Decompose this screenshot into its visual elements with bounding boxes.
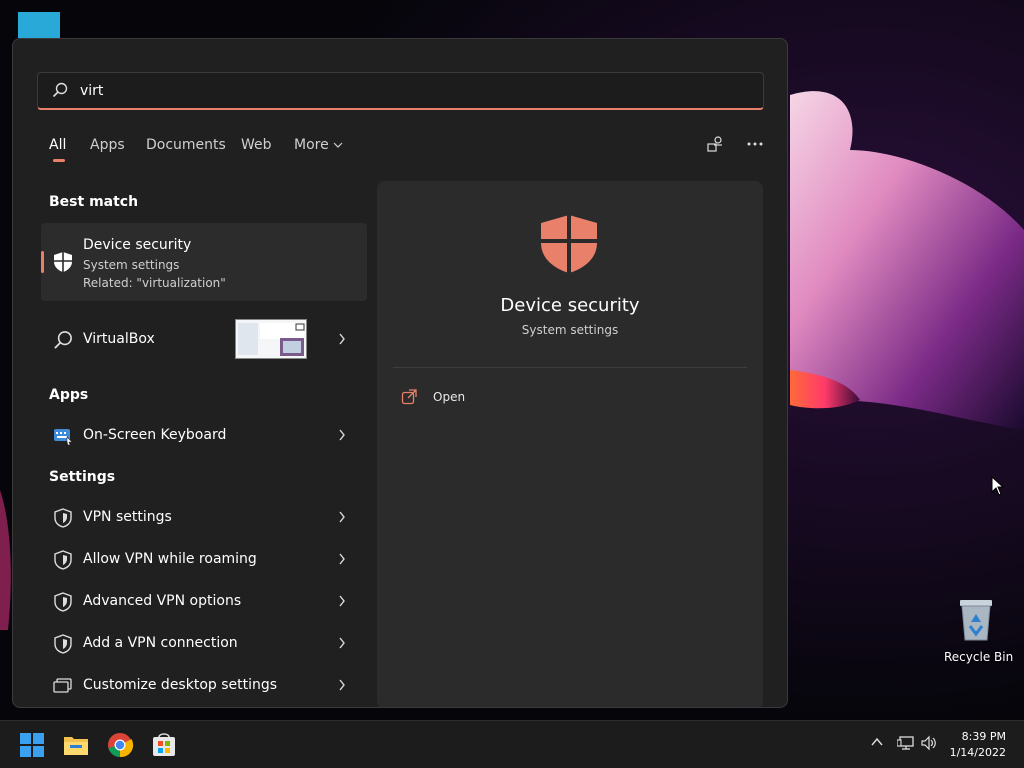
network-icon[interactable] xyxy=(897,735,915,751)
best-match-result[interactable]: Device security System settings Related:… xyxy=(41,223,367,301)
chevron-right-icon[interactable] xyxy=(337,331,347,347)
tab-all-label: All xyxy=(49,137,67,153)
setting-label: Allow VPN while roaming xyxy=(83,551,257,567)
best-match-subtitle: System settings xyxy=(83,258,180,272)
tab-more[interactable]: More xyxy=(294,137,343,153)
shield-outline-icon xyxy=(54,508,72,528)
setting-label: VPN settings xyxy=(83,509,172,525)
chevron-right-icon[interactable] xyxy=(337,509,347,525)
shield-icon xyxy=(541,215,597,273)
chrome-button[interactable] xyxy=(104,729,136,761)
shield-icon xyxy=(54,252,72,272)
chrome-icon xyxy=(108,733,134,758)
tab-more-label: More xyxy=(294,137,329,153)
search-icon xyxy=(52,82,68,98)
file-explorer-button[interactable] xyxy=(60,729,92,761)
shield-outline-icon xyxy=(54,550,72,570)
web-result-thumbnail xyxy=(235,319,307,359)
volume-icon[interactable] xyxy=(920,735,938,751)
setting-allow-vpn-roaming[interactable]: Allow VPN while roaming xyxy=(41,539,367,581)
preview-divider xyxy=(393,367,747,368)
apps-heading: Apps xyxy=(49,387,89,403)
web-result-label: VirtualBox xyxy=(83,331,155,347)
more-options-button[interactable] xyxy=(747,135,763,157)
ellipsis-icon xyxy=(747,142,763,146)
search-panel: All Apps Documents Web More Best match xyxy=(12,38,788,708)
file-explorer-icon xyxy=(64,737,88,755)
tab-documents[interactable]: Documents xyxy=(146,137,226,153)
setting-advanced-vpn-options[interactable]: Advanced VPN options xyxy=(41,581,367,623)
people-icon xyxy=(707,136,722,152)
shield-outline-icon xyxy=(54,634,72,654)
chevron-down-icon xyxy=(333,142,343,148)
start-icon xyxy=(20,733,44,757)
preview-subtitle: System settings xyxy=(521,323,619,337)
setting-add-vpn-connection[interactable]: Add a VPN connection xyxy=(41,623,367,665)
tab-active-indicator xyxy=(53,159,65,162)
store-button[interactable] xyxy=(148,729,180,761)
preview-pane: Device security System settings Open xyxy=(377,181,763,707)
setting-label: Customize desktop settings xyxy=(83,677,278,693)
switch-account-button[interactable] xyxy=(706,135,724,157)
tab-web[interactable]: Web xyxy=(241,137,272,153)
best-match-title: Device security xyxy=(83,237,192,253)
search-icon xyxy=(54,331,72,349)
tab-all[interactable]: All xyxy=(49,137,67,162)
open-external-icon xyxy=(401,389,417,405)
shield-outline-icon xyxy=(54,592,72,612)
setting-label: Advanced VPN options xyxy=(83,593,242,609)
best-match-related: Related: "virtualization" xyxy=(83,276,226,290)
web-result-virtualbox[interactable]: VirtualBox xyxy=(41,319,367,361)
recycle-bin-label: Recycle Bin xyxy=(944,650,1014,664)
chevron-right-icon[interactable] xyxy=(337,427,347,443)
tab-apps[interactable]: Apps xyxy=(90,137,125,153)
panel-tools xyxy=(688,135,763,157)
store-icon xyxy=(153,733,175,756)
chevron-right-icon[interactable] xyxy=(337,677,347,693)
clock[interactable]: 8:39 PM 1/14/2022 xyxy=(950,729,1006,761)
chevron-right-icon[interactable] xyxy=(337,635,347,651)
taskbar: 8:39 PM 1/14/2022 xyxy=(0,720,1024,768)
preview-title: Device security xyxy=(500,295,640,316)
mouse-cursor-icon xyxy=(991,476,1005,496)
app-label: On-Screen Keyboard xyxy=(83,427,227,443)
setting-vpn-settings[interactable]: VPN settings xyxy=(41,497,367,539)
chevron-right-icon[interactable] xyxy=(337,551,347,567)
open-label: Open xyxy=(433,390,466,404)
setting-customize-desktop[interactable]: Customize desktop settings xyxy=(41,665,367,707)
recycle-bin[interactable]: Recycle Bin xyxy=(944,596,1014,664)
clock-date: 1/14/2022 xyxy=(949,746,1006,759)
app-on-screen-keyboard[interactable]: On-Screen Keyboard xyxy=(41,415,367,457)
selection-indicator xyxy=(41,251,44,273)
search-box[interactable] xyxy=(37,72,764,110)
search-input[interactable] xyxy=(78,73,742,109)
settings-heading: Settings xyxy=(49,469,116,485)
chevron-up-icon[interactable] xyxy=(870,735,884,749)
best-match-heading: Best match xyxy=(49,194,139,210)
recycle-bin-icon xyxy=(960,600,992,641)
monitor-icon xyxy=(53,678,72,693)
setting-label: Add a VPN connection xyxy=(83,635,238,651)
start-button[interactable] xyxy=(16,729,48,761)
clock-time: 8:39 PM xyxy=(961,730,1006,743)
chevron-right-icon[interactable] xyxy=(337,593,347,609)
keyboard-app-icon xyxy=(54,429,73,446)
